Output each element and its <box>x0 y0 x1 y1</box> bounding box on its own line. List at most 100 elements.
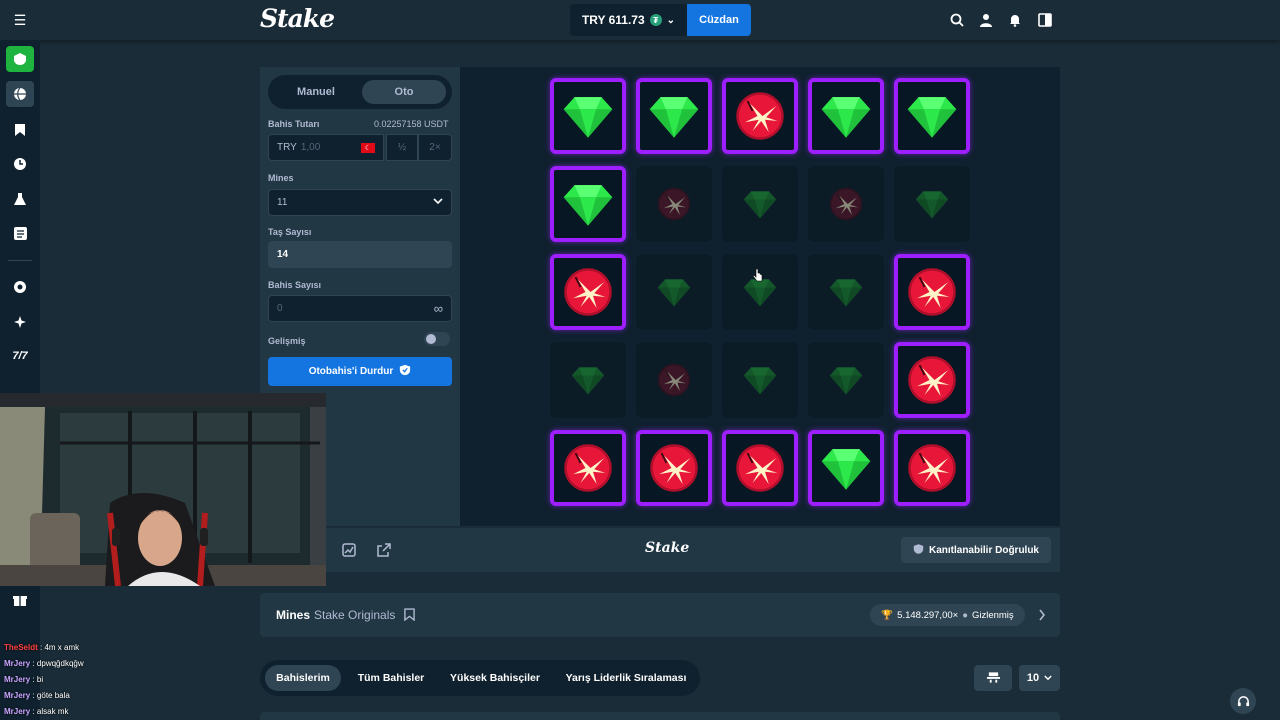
notification-bell-icon[interactable] <box>1006 11 1024 29</box>
gem-tile[interactable] <box>894 166 970 242</box>
chevron-right-icon[interactable] <box>1038 609 1046 624</box>
bets-count-value: 0 <box>277 303 283 314</box>
mine-tile[interactable] <box>894 342 970 418</box>
stats-icon[interactable] <box>342 543 356 560</box>
mine-icon <box>907 267 957 317</box>
bet-currency: TRY <box>277 142 297 153</box>
mine-icon <box>649 443 699 493</box>
mine-tile[interactable] <box>808 166 884 242</box>
bookmark-icon[interactable] <box>404 608 415 624</box>
poker-chip-icon[interactable] <box>6 274 34 300</box>
advanced-toggle[interactable] <box>424 332 450 346</box>
gems-label: Taş Sayısı <box>268 227 312 237</box>
gem-tile[interactable] <box>636 78 712 154</box>
gem-tile[interactable] <box>550 166 626 242</box>
gem-tile[interactable] <box>808 254 884 330</box>
gem-icon <box>905 89 959 143</box>
ghost-mode-button[interactable] <box>974 665 1012 691</box>
support-headset-icon[interactable] <box>1230 688 1256 714</box>
clock-icon[interactable] <box>6 151 34 177</box>
news-icon[interactable] <box>6 220 34 246</box>
mine-tile[interactable] <box>636 166 712 242</box>
stake-logo[interactable]: Stake <box>260 4 335 33</box>
gem-icon <box>828 362 864 398</box>
gem-tile[interactable] <box>550 342 626 418</box>
gem-icon <box>819 89 873 143</box>
tab-high-rollers[interactable]: Yüksek Bahisçiler <box>442 665 548 691</box>
shield-check-icon <box>913 543 924 558</box>
advanced-label: Gelişmiş <box>268 336 306 346</box>
bet-amount-input[interactable]: TRY 1,00 ☾ <box>268 134 384 161</box>
mine-tile[interactable] <box>894 430 970 506</box>
bets-count-label: Bahis Sayısı <box>268 280 322 290</box>
flask-icon[interactable] <box>6 186 34 212</box>
search-icon[interactable] <box>948 11 966 29</box>
half-button[interactable]: ½ <box>386 134 418 161</box>
hidden-label: Gizlenmiş <box>971 609 1014 621</box>
gem-icon <box>914 186 950 222</box>
max-win-badge[interactable]: 🏆 5.148.297,00× ● Gizlenmiş <box>870 604 1025 626</box>
mines-value: 11 <box>277 197 288 208</box>
mine-icon <box>735 443 785 493</box>
tab-manual[interactable]: Manuel <box>274 80 358 104</box>
mouse-cursor-icon <box>752 268 763 282</box>
game-provider[interactable]: Stake Originals <box>314 608 395 622</box>
provably-fair-label: Kanıtlanabilir Doğruluk <box>928 544 1039 556</box>
gem-icon <box>647 89 701 143</box>
infinity-icon[interactable]: ∞ <box>434 301 443 316</box>
mine-tile[interactable] <box>722 78 798 154</box>
gem-tile[interactable] <box>808 430 884 506</box>
gem-tile[interactable] <box>808 78 884 154</box>
balance-selector[interactable]: TRY 611.73 ₮ ⌄ <box>570 4 687 36</box>
gems-field: 14 <box>268 241 452 268</box>
max-win-value: 5.148.297,00× <box>897 609 959 621</box>
bets-table-edge <box>260 712 1060 720</box>
mine-tile[interactable] <box>550 430 626 506</box>
stop-autobet-button[interactable]: Otobahis'i Durdur <box>268 357 452 386</box>
sidebar-toggle-icon[interactable] <box>1036 11 1054 29</box>
gem-tile[interactable] <box>722 254 798 330</box>
mine-tile[interactable] <box>636 342 712 418</box>
sparkle-icon[interactable] <box>6 309 34 335</box>
tab-race-leaderboard[interactable]: Yarış Liderlik Sıralaması <box>558 665 694 691</box>
chat-message: MrJery : bi <box>4 675 44 684</box>
casino-icon[interactable] <box>6 46 34 72</box>
seven-icon[interactable]: 7/7 <box>6 343 34 369</box>
bets-count-input[interactable]: 0 ∞ <box>268 295 452 322</box>
gem-tile[interactable] <box>722 166 798 242</box>
mine-icon <box>829 187 863 221</box>
menu-icon[interactable]: ☰ <box>11 11 29 29</box>
tab-auto[interactable]: Oto <box>362 80 446 104</box>
mine-icon <box>907 355 957 405</box>
double-button[interactable]: 2× <box>418 134 452 161</box>
gem-tile[interactable] <box>808 342 884 418</box>
trophy-icon: 🏆 <box>881 609 894 621</box>
page-size-select[interactable]: 10 <box>1019 665 1060 691</box>
gift-icon[interactable] <box>6 587 34 613</box>
streamer-webcam <box>0 393 326 586</box>
tab-my-bets[interactable]: Bahislerim <box>265 665 341 691</box>
provably-fair-button[interactable]: Kanıtlanabilir Doğruluk <box>901 537 1051 563</box>
tab-all-bets[interactable]: Tüm Bahisler <box>350 665 432 691</box>
gem-tile[interactable] <box>722 342 798 418</box>
gem-tile[interactable] <box>894 78 970 154</box>
mine-tile[interactable] <box>722 430 798 506</box>
chat-message: MrJery : göte bala <box>4 691 70 700</box>
mine-tile[interactable] <box>550 254 626 330</box>
chevron-down-icon <box>1044 672 1052 684</box>
wallet-button[interactable]: Cüzdan <box>687 4 751 36</box>
gem-tile[interactable] <box>636 254 712 330</box>
mine-tile[interactable] <box>636 430 712 506</box>
gems-value: 14 <box>277 249 289 260</box>
share-icon[interactable] <box>377 543 391 560</box>
gem-tile[interactable] <box>550 78 626 154</box>
gem-icon <box>819 441 873 495</box>
mines-select[interactable]: 11 <box>268 189 452 216</box>
bookmark-icon[interactable] <box>6 117 34 143</box>
sports-icon[interactable] <box>6 81 34 107</box>
chevron-down-icon: ⌄ <box>666 14 676 26</box>
bet-amount-label: Bahis Tutarı <box>268 119 320 129</box>
user-icon[interactable] <box>977 11 995 29</box>
gem-icon <box>561 89 615 143</box>
mine-tile[interactable] <box>894 254 970 330</box>
